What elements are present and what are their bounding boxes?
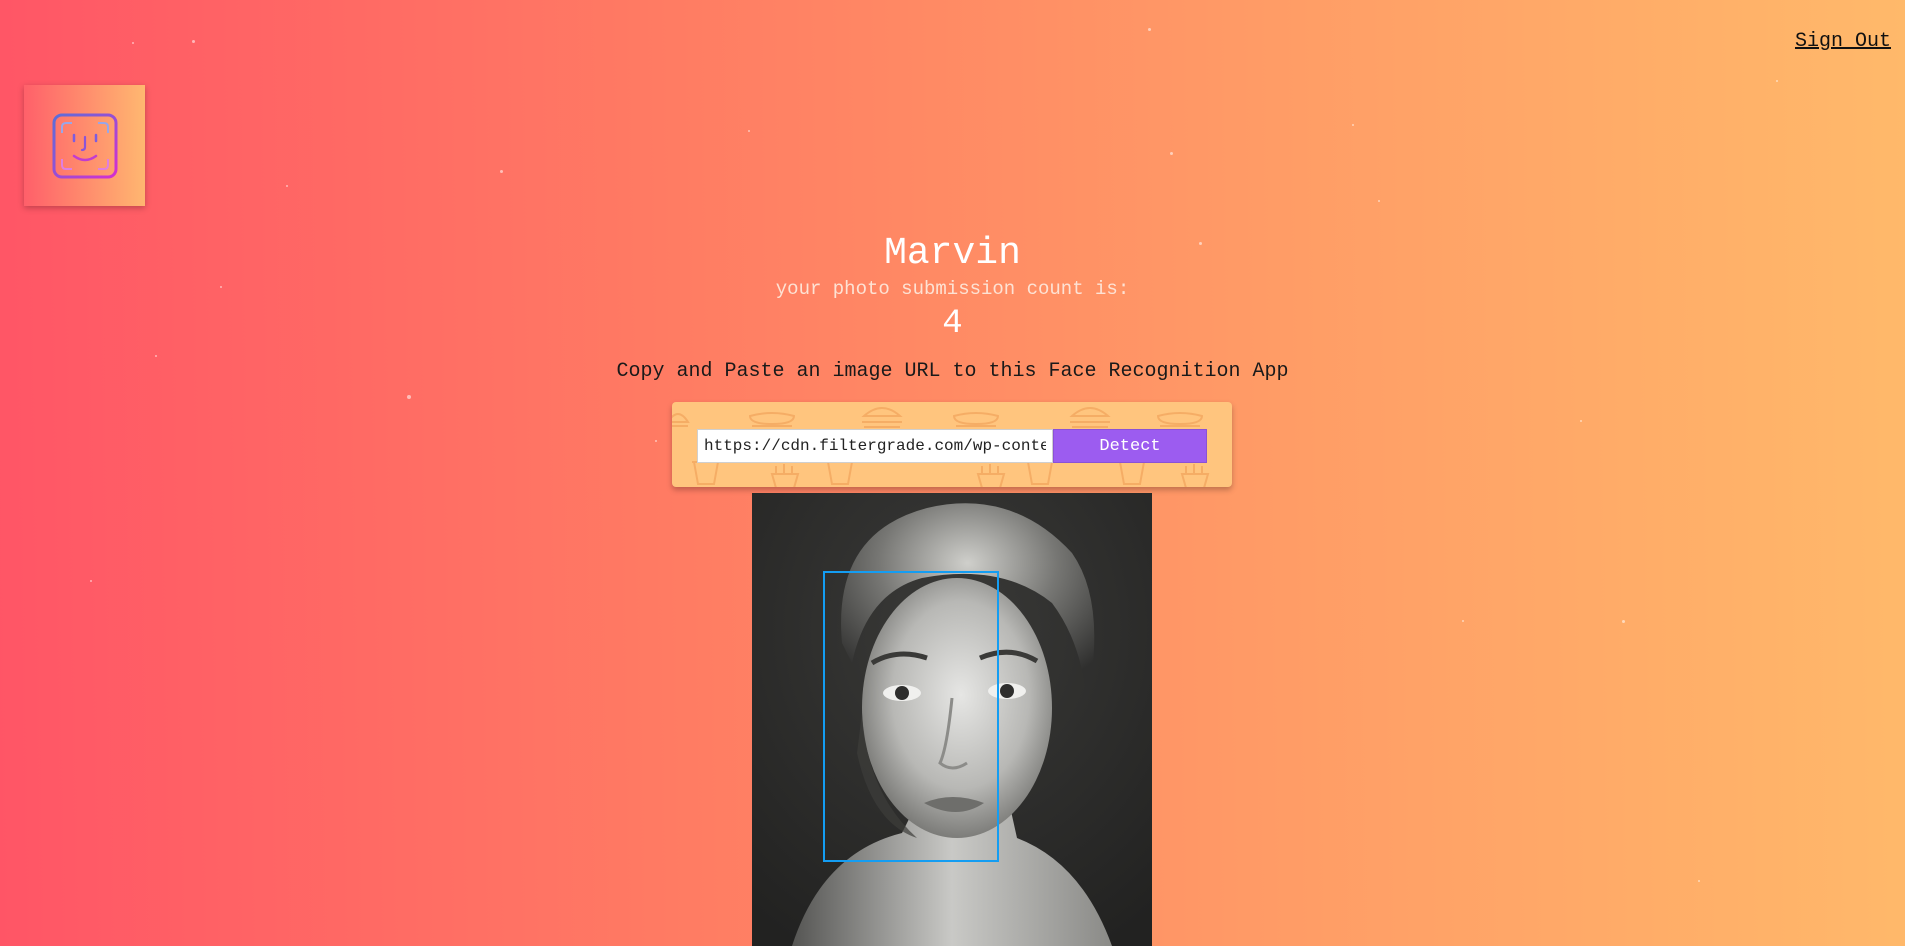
particle (655, 440, 657, 442)
particle (1580, 420, 1582, 422)
user-name: Marvin (884, 232, 1021, 275)
image-url-input[interactable] (697, 429, 1053, 463)
particle (1378, 200, 1380, 202)
logo-tile (24, 85, 145, 206)
submission-count-label: your photo submission count is: (775, 278, 1130, 300)
sign-out-link[interactable]: Sign Out (1795, 30, 1891, 53)
particle (407, 395, 411, 399)
particle (192, 40, 195, 43)
particle (1776, 80, 1778, 82)
top-nav: Sign Out (1795, 30, 1891, 53)
face-bounding-box (823, 571, 999, 862)
particle (1462, 620, 1464, 622)
particle (90, 580, 92, 582)
submission-count: 4 (942, 305, 963, 343)
particle (1698, 880, 1700, 882)
face-id-icon (52, 113, 118, 179)
face-recognition-result (752, 493, 1152, 946)
particle (1622, 620, 1625, 623)
particle (1170, 152, 1173, 155)
particle (500, 170, 503, 173)
particle (1148, 28, 1151, 31)
detect-button[interactable]: Detect (1053, 429, 1207, 463)
particle (286, 185, 288, 187)
image-link-form: Detect (672, 402, 1232, 487)
particle (1352, 124, 1354, 126)
particle (132, 42, 134, 44)
instructions-text: Copy and Paste an image URL to this Face… (616, 360, 1289, 383)
particle (748, 130, 750, 132)
particle (155, 355, 157, 357)
rank-section: Marvin your photo submission count is: 4 (0, 232, 1905, 344)
